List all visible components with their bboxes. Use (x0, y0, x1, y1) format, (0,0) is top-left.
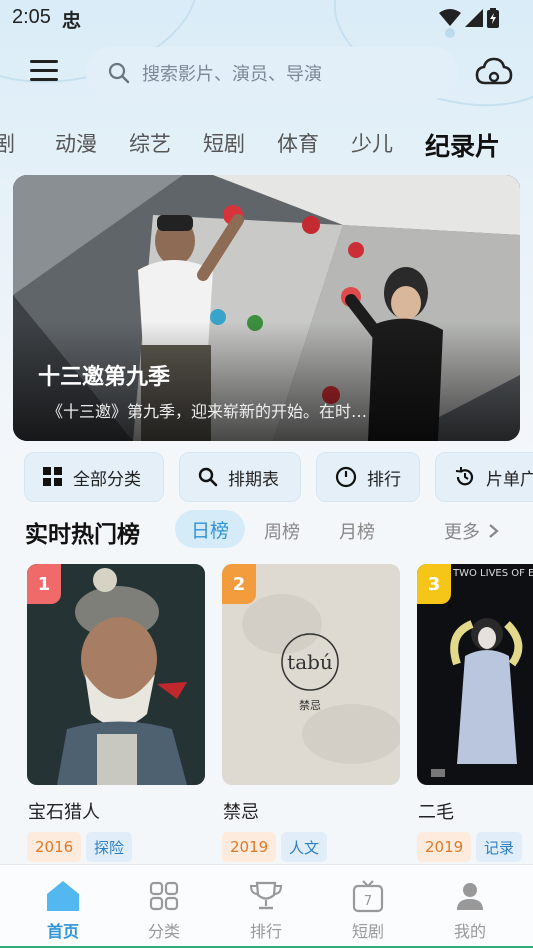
playlist-label: 片单广 (486, 469, 533, 490)
search-icon (108, 62, 130, 84)
movie-poster: tabú 禁忌 2 (222, 564, 400, 785)
nav-profile[interactable]: 我的 (420, 865, 520, 948)
tab-daily-rank[interactable]: 日榜 (175, 510, 245, 548)
schedule-label: 排期表 (228, 469, 279, 490)
status-bar: 2:05 忠 (0, 0, 533, 36)
clock-icon (335, 466, 357, 488)
status-indicator: 忠 (62, 10, 82, 32)
tab-weekly-rank[interactable]: 周榜 (264, 518, 300, 544)
nav-profile-label: 我的 (453, 922, 486, 941)
schedule-button[interactable]: 排期表 (179, 452, 301, 502)
category-tabs: 剧 动漫 综艺 短剧 体育 少儿 纪录片 (0, 118, 533, 168)
genre-tag: 记录 (476, 832, 523, 862)
banner-title: 十三邀第九季 (38, 365, 171, 390)
tab-short-drama[interactable]: 短剧 (203, 128, 245, 158)
movie-title: 宝石猎人 (28, 802, 100, 823)
nav-short-drama[interactable]: 7 短剧 (318, 865, 418, 948)
rank-badge: 2 (222, 564, 256, 604)
wifi-icon (439, 9, 461, 26)
tab-variety[interactable]: 综艺 (129, 128, 171, 158)
nav-category-label: 分类 (147, 922, 180, 941)
cloud-sync-button[interactable] (475, 56, 513, 90)
svg-text:7: 7 (364, 894, 372, 909)
search-icon (198, 467, 218, 487)
banner-description: 《十三邀》第九季，迎来崭新的开始。在时… (47, 402, 368, 421)
nav-home-label: 首页 (46, 922, 79, 941)
poster-title-text: tabú (287, 650, 333, 674)
year-tag: 2016 (27, 832, 82, 862)
rank-badge: 1 (27, 564, 61, 604)
tab-documentary[interactable]: 纪录片 (425, 127, 500, 163)
tv-icon: 7 (349, 877, 387, 915)
nav-short-drama-label: 短剧 (351, 922, 384, 941)
movie-poster: 1 (27, 564, 205, 785)
history-icon (455, 467, 474, 486)
grid-icon (43, 467, 62, 486)
year-tag: 2019 (222, 832, 277, 862)
movie-poster: TWO LIVES OF E 3 (417, 564, 533, 785)
movie-title: 禁忌 (223, 802, 259, 823)
genre-tag: 人文 (281, 832, 328, 862)
chevron-right-icon (489, 524, 499, 538)
menu-button[interactable] (30, 60, 58, 84)
nav-ranking-label: 排行 (249, 922, 282, 941)
playlist-button[interactable]: 片单广 (435, 452, 533, 502)
search-input[interactable]: 搜索影片、演员、导演 (86, 47, 458, 99)
tab-sports[interactable]: 体育 (277, 128, 319, 158)
rank-badge: 3 (417, 564, 451, 604)
category-icon (145, 877, 183, 915)
poster-subtitle-text: 禁忌 (299, 699, 321, 712)
more-label: 更多 (444, 522, 480, 543)
more-button[interactable]: 更多 (444, 518, 502, 544)
trophy-icon (247, 877, 285, 915)
all-categories-button[interactable]: 全部分类 (24, 452, 164, 502)
movie-title: 二毛 (418, 802, 454, 823)
status-icons (439, 8, 499, 28)
user-icon (451, 877, 489, 915)
genre-tag: 探险 (86, 832, 133, 862)
hot-list-title: 实时热门榜 (25, 522, 140, 548)
tab-drama[interactable]: 剧 (0, 128, 15, 158)
battery-icon (487, 8, 499, 28)
nav-home[interactable]: 首页 (13, 865, 113, 948)
ranking-button[interactable]: 排行 (316, 452, 420, 502)
movie-card[interactable]: 1 宝石猎人 2016 探险 (27, 564, 205, 862)
movie-card[interactable]: tabú 禁忌 2 禁忌 2019 人文 (222, 564, 400, 862)
tab-anime[interactable]: 动漫 (55, 128, 97, 158)
tab-monthly-rank[interactable]: 月榜 (339, 518, 375, 544)
home-icon (44, 877, 82, 915)
ranking-label: 排行 (367, 469, 401, 490)
all-categories-label: 全部分类 (73, 469, 141, 490)
featured-banner[interactable]: 十三邀第九季 《十三邀》第九季，迎来崭新的开始。在时… (13, 175, 520, 441)
movie-card[interactable]: TWO LIVES OF E 3 二毛 2019 记录 (417, 564, 533, 862)
year-tag: 2019 (417, 832, 472, 862)
poster-title-text: TWO LIVES OF E (452, 568, 533, 579)
nav-ranking[interactable]: 排行 (216, 865, 316, 948)
nav-category[interactable]: 分类 (114, 865, 214, 948)
signal-icon (465, 9, 483, 27)
cloud-icon (475, 57, 513, 85)
tab-kids[interactable]: 少儿 (351, 128, 393, 158)
bottom-navigation: 首页 分类 排行 7 短剧 我的 (0, 864, 533, 948)
search-placeholder: 搜索影片、演员、导演 (142, 64, 322, 85)
status-time: 2:05 (12, 6, 51, 28)
